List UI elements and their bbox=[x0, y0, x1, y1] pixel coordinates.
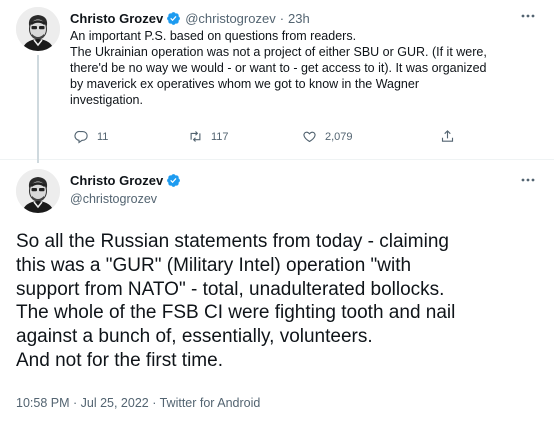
main-tweet-author-row: Christo Grozev bbox=[70, 173, 185, 188]
tweet-text-line: against a bunch of, essentially, volunte… bbox=[16, 326, 373, 348]
tweet-text-line: So all the Russian statements from today… bbox=[16, 231, 449, 252]
tweet-text-line: The whole of the FSB CI were fighting to… bbox=[16, 302, 456, 324]
parent-tweet-header: Christo Grozev @christogrozev · 23h bbox=[70, 9, 310, 27]
tweet-text-line: The Ukrainian operation was not a projec… bbox=[70, 45, 487, 59]
parent-tweet-text: An important P.S. based on questions fro… bbox=[70, 28, 540, 108]
author-handle[interactable]: @christogrozev bbox=[185, 11, 276, 26]
like-count: 2,079 bbox=[325, 130, 353, 143]
share-button[interactable] bbox=[440, 129, 463, 144]
tweet-text-line: by maverick ex operatives whom we got to… bbox=[70, 77, 419, 91]
heart-icon bbox=[303, 131, 316, 143]
main-tweet-text: So all the Russian statements from today… bbox=[16, 230, 546, 373]
share-icon bbox=[441, 130, 454, 142]
verified-badge-icon bbox=[167, 174, 181, 187]
parent-tweet[interactable]: Christo Grozev @christogrozev · 23h An i… bbox=[0, 0, 554, 163]
avatar-portrait-icon bbox=[16, 7, 60, 51]
more-horizontal-icon[interactable] bbox=[520, 172, 536, 191]
like-button[interactable]: 2,079 bbox=[302, 129, 353, 144]
main-tweet: Christo Grozev @christogrozev So all the… bbox=[0, 160, 554, 423]
reply-icon bbox=[74, 130, 88, 144]
tweet-text-line: this was a "GUR" (Military Intel) operat… bbox=[16, 254, 412, 276]
tweet-actions-bar: 11 117 2,079 bbox=[70, 129, 510, 147]
tweet-text-line: An important P.S. based on questions fro… bbox=[70, 29, 357, 43]
avatar-portrait-icon bbox=[16, 169, 60, 213]
tweet-text-line: And not for the first time. bbox=[16, 349, 223, 371]
tweet-metadata[interactable]: 10:58 PM · Jul 25, 2022 · Twitter for An… bbox=[16, 396, 260, 410]
reply-count: 11 bbox=[97, 130, 109, 143]
tweet-text-line: there'd be no way we would - or want to … bbox=[70, 61, 487, 75]
separator-dot: · bbox=[279, 10, 285, 26]
author-name[interactable]: Christo Grozev bbox=[70, 173, 163, 188]
avatar[interactable] bbox=[16, 7, 60, 51]
retweet-button[interactable]: 117 bbox=[188, 129, 229, 144]
more-horizontal-icon[interactable] bbox=[520, 8, 536, 27]
author-name[interactable]: Christo Grozev bbox=[70, 11, 163, 26]
tweet-timestamp[interactable]: 23h bbox=[288, 11, 310, 26]
retweet-count: 117 bbox=[211, 130, 229, 143]
tweet-text-line: support from NATO" - total, unadulterate… bbox=[16, 278, 445, 300]
reply-button[interactable]: 11 bbox=[74, 129, 108, 144]
verified-badge-icon bbox=[167, 11, 181, 25]
author-handle[interactable]: @christogrozev bbox=[70, 192, 157, 206]
tweet-text-line: investigation. bbox=[70, 93, 143, 107]
retweet-icon bbox=[190, 131, 201, 142]
thread-connector-line bbox=[37, 55, 39, 163]
avatar[interactable] bbox=[16, 169, 60, 213]
